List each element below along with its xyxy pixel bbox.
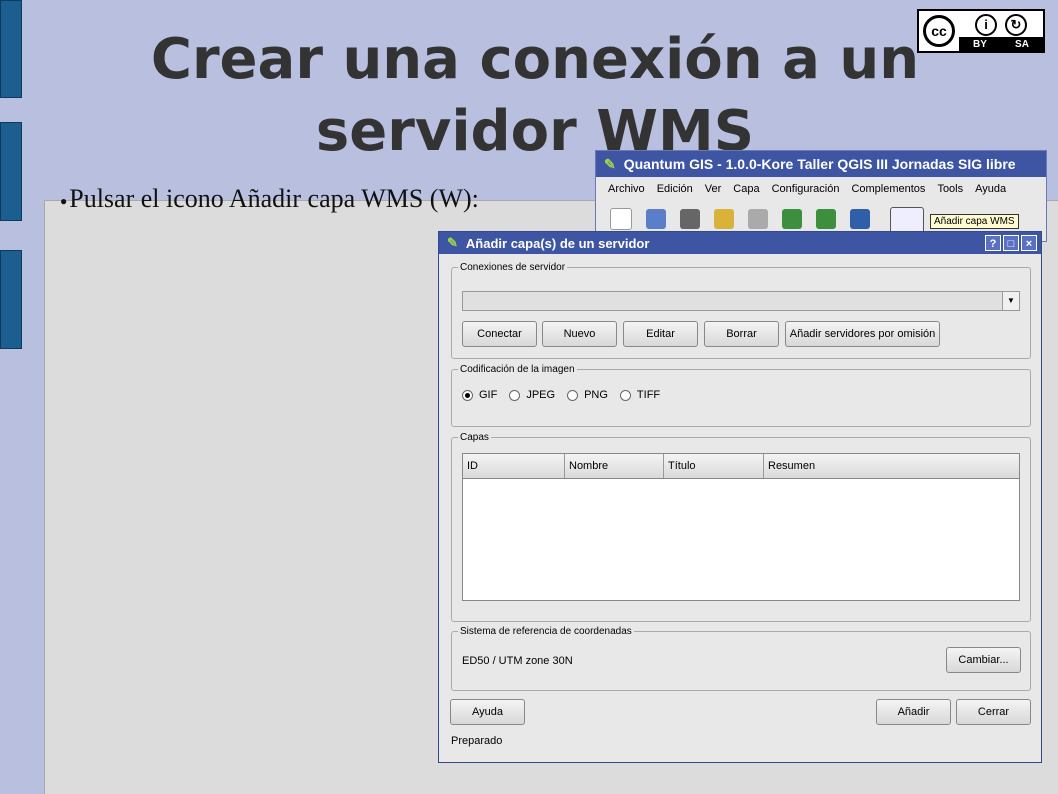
status-text: Preparado — [451, 735, 503, 747]
crs-group: Sistema de referencia de coordenadas ED5… — [451, 626, 1031, 691]
qgis-title-text: Quantum GIS - 1.0.0-Kore Taller QGIS III… — [623, 156, 1016, 172]
crs-legend: Sistema de referencia de coordenadas — [460, 626, 632, 637]
add-default-servers-button[interactable]: Añadir servidores por omisión — [785, 321, 940, 347]
menu-complementos[interactable]: Complementos — [851, 183, 925, 195]
radio-gif-label: GIF — [479, 389, 498, 401]
image-encoding-group: Codificación de la imagen GIF JPEG PNG T… — [451, 364, 1031, 427]
qgis-logo-icon: ✎ — [604, 155, 616, 172]
radio-jpeg-label: JPEG — [526, 389, 556, 401]
cc-license-badge: cc i ↻ BY SA — [917, 9, 1045, 53]
new-button[interactable]: Nuevo — [542, 321, 617, 347]
open-project-icon[interactable] — [646, 209, 666, 229]
close-icon[interactable]: × — [1021, 235, 1037, 251]
share-alike-icon: ↻ — [1005, 14, 1027, 36]
print-icon[interactable] — [748, 209, 768, 229]
image-encoding-legend: Codificación de la imagen — [460, 364, 575, 375]
dialog-title-text: Añadir capa(s) de un servidor — [465, 235, 650, 251]
save-project-icon[interactable] — [680, 209, 700, 229]
save-as-icon[interactable] — [714, 209, 734, 229]
layers-legend: Capas — [460, 432, 489, 443]
menu-ver[interactable]: Ver — [705, 183, 722, 195]
radio-tiff-label: TIFF — [636, 389, 661, 401]
menu-edicion[interactable]: Edición — [657, 183, 693, 195]
add-postgis-layer-icon[interactable] — [850, 209, 870, 229]
bullet-text: ●Pulsar el icono Añadir capa WMS (W): — [60, 184, 479, 213]
bullet-icon: ● — [60, 193, 68, 208]
dialog-titlebar: ✎ Añadir capa(s) de un servidor ? □ × — [439, 232, 1041, 254]
slide-left-bar-2 — [0, 122, 22, 221]
chevron-down-icon[interactable]: ▼ — [1002, 292, 1019, 310]
layers-group: Capas ID Nombre Título Resumen — [451, 432, 1031, 622]
column-id[interactable]: ID — [463, 454, 565, 478]
menu-capa[interactable]: Capa — [733, 183, 759, 195]
add-raster-layer-icon[interactable] — [816, 209, 836, 229]
column-titulo[interactable]: Título — [664, 454, 764, 478]
new-project-icon[interactable] — [610, 208, 632, 230]
maximize-icon[interactable]: □ — [1003, 235, 1019, 251]
cc-icon: cc — [923, 15, 955, 47]
radio-jpeg[interactable] — [509, 389, 521, 401]
radio-png-label: PNG — [584, 389, 608, 401]
qgis-titlebar: ✎ Quantum GIS - 1.0.0-Kore Taller QGIS I… — [596, 151, 1046, 177]
menu-configuracion[interactable]: Configuración — [772, 183, 840, 195]
server-connections-group: Conexiones de servidor ▼ Conectar Nuevo … — [451, 262, 1031, 359]
layers-table-header: ID Nombre Título Resumen — [463, 454, 1019, 479]
cc-band: BY SA — [959, 37, 1043, 51]
layers-table[interactable]: ID Nombre Título Resumen — [462, 453, 1020, 601]
connect-button[interactable]: Conectar — [462, 321, 537, 347]
attribution-icon: i — [975, 14, 997, 36]
crs-value: ED50 / UTM zone 30N — [462, 655, 573, 667]
help-button[interactable]: Ayuda — [450, 699, 525, 725]
menu-archivo[interactable]: Archivo — [608, 183, 645, 195]
license-by-label: BY — [973, 38, 987, 50]
server-connections-legend: Conexiones de servidor — [460, 262, 566, 273]
server-connection-select[interactable]: ▼ — [462, 291, 1020, 311]
radio-tiff[interactable] — [619, 389, 631, 401]
add-wms-dialog: ✎ Añadir capa(s) de un servidor ? □ × Co… — [438, 231, 1042, 763]
add-vector-layer-icon[interactable] — [782, 209, 802, 229]
slide-title: Crear una conexión a un servidor WMS — [150, 27, 920, 164]
delete-button[interactable]: Borrar — [704, 321, 779, 347]
qgis-menubar: Archivo Edición Ver Capa Configuración C… — [596, 177, 1046, 201]
qgis-logo-icon: ✎ — [447, 235, 458, 250]
license-sa-label: SA — [1015, 38, 1029, 50]
wms-tooltip: Añadir capa WMS — [930, 214, 1019, 229]
slide-left-bar-1 — [0, 0, 22, 98]
menu-tools[interactable]: Tools — [937, 183, 963, 195]
column-resumen[interactable]: Resumen — [764, 454, 1019, 478]
slide-left-bar-3 — [0, 250, 22, 349]
radio-gif[interactable] — [462, 389, 473, 401]
edit-button[interactable]: Editar — [623, 321, 698, 347]
help-icon[interactable]: ? — [985, 235, 1001, 251]
close-button[interactable]: Cerrar — [956, 699, 1031, 725]
radio-png[interactable] — [567, 389, 579, 401]
add-button[interactable]: Añadir — [876, 699, 951, 725]
menu-ayuda[interactable]: Ayuda — [975, 183, 1006, 195]
column-nombre[interactable]: Nombre — [565, 454, 664, 478]
change-crs-button[interactable]: Cambiar... — [946, 647, 1021, 673]
